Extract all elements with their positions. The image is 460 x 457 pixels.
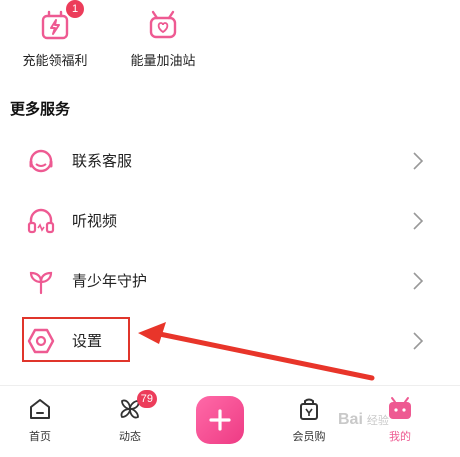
tab-dynamic[interactable]: 79 动态: [100, 390, 160, 444]
service-label: 青少年守护: [72, 272, 148, 290]
headphones-icon: [26, 206, 56, 236]
headset-service-icon: [26, 146, 56, 176]
watermark-sub: 经验: [366, 415, 389, 427]
tab-member-shop[interactable]: 会员购: [279, 396, 339, 444]
tile-label: 充能领福利: [22, 54, 88, 69]
tab-label: 首页: [29, 430, 51, 443]
shopping-bag-icon: [296, 396, 322, 422]
service-teen-guardian[interactable]: 青少年守护: [0, 253, 460, 309]
watermark-text: Bai: [338, 411, 363, 428]
highlight-box: [22, 317, 130, 362]
tv-heart-icon: [146, 8, 180, 42]
section-title: 更多服务: [10, 100, 71, 118]
service-label: 听视频: [72, 212, 118, 230]
tile-charge-welfare[interactable]: 1 充能领福利: [0, 0, 110, 69]
bottom-tab-bar: 首页 79 动态 会员购 我的: [0, 385, 460, 457]
gift-bolt-icon: 1: [38, 0, 84, 42]
tile-label: 能量加油站: [130, 54, 196, 69]
pinwheel-icon: 79: [117, 390, 157, 422]
tile-energy-station[interactable]: 能量加油站: [108, 8, 218, 69]
notification-badge: 1: [66, 0, 84, 18]
chevron-right-icon: [411, 331, 425, 351]
baidu-watermark: Bai 经验: [338, 411, 389, 429]
service-label: 联系客服: [72, 152, 133, 170]
top-shortcuts: 1 充能领福利 能量加油站: [0, 0, 460, 84]
tab-label: 会员购: [292, 430, 326, 443]
chevron-right-icon: [411, 211, 425, 231]
service-contact-support[interactable]: 联系客服: [0, 133, 460, 189]
service-listen-video[interactable]: 听视频: [0, 193, 460, 249]
home-icon: [27, 396, 53, 422]
tab-label: 我的: [389, 430, 411, 443]
plus-icon: [209, 409, 231, 431]
sprout-icon: [26, 266, 56, 296]
notification-badge: 79: [136, 390, 157, 408]
tab-label: 动态: [119, 430, 141, 443]
tv-face-icon: [387, 396, 413, 422]
chevron-right-icon: [411, 151, 425, 171]
chevron-right-icon: [411, 271, 425, 291]
publish-button[interactable]: [196, 396, 244, 444]
tab-home[interactable]: 首页: [10, 396, 70, 444]
